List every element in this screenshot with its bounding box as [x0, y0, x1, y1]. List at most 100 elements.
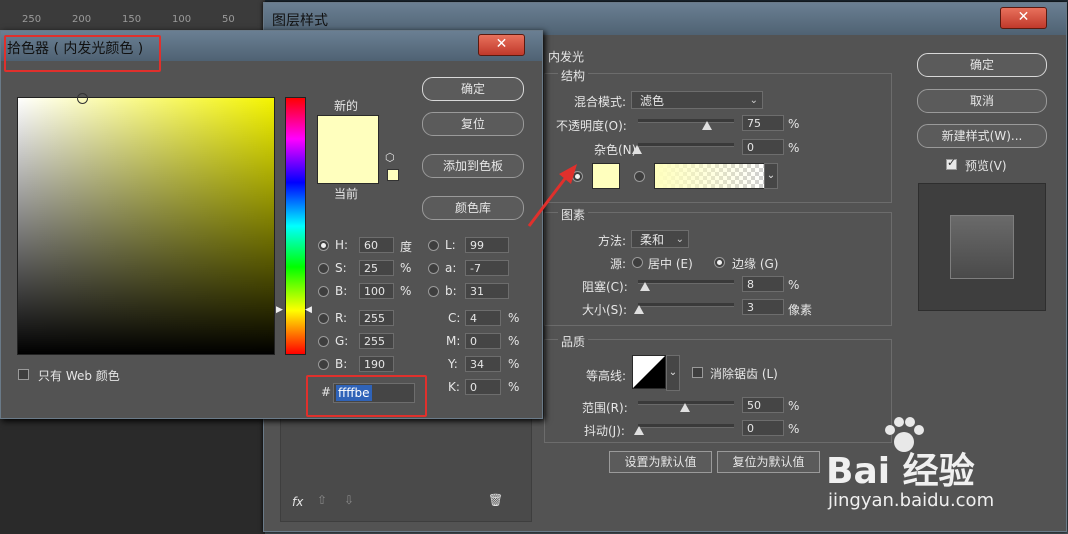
- ruler-tick: 100: [172, 14, 192, 25]
- color-picker-cursor[interactable]: [77, 93, 88, 104]
- set-default-button[interactable]: 设置为默认值: [609, 451, 712, 473]
- antialias-checkbox[interactable]: [692, 367, 703, 378]
- glow-gradient-swatch[interactable]: [654, 163, 766, 189]
- hue-radio[interactable]: [318, 240, 329, 251]
- cancel-button[interactable]: 取消: [917, 89, 1047, 113]
- web-safe-swatch[interactable]: [387, 169, 399, 181]
- close-icon[interactable]: ✕: [1000, 7, 1047, 29]
- ruler-tick: 150: [122, 14, 142, 25]
- hue-right-arrow-icon[interactable]: ◀: [305, 305, 312, 315]
- current-color-label: 当前: [334, 187, 359, 201]
- hue-left-arrow-icon[interactable]: ▶: [276, 305, 283, 315]
- size-slider-thumb[interactable]: [634, 305, 644, 314]
- cube-icon[interactable]: ⬡: [385, 151, 395, 164]
- noise-field[interactable]: 0: [742, 139, 784, 155]
- jitter-label: 抖动(J):: [584, 424, 625, 438]
- lab-a-radio[interactable]: [428, 263, 439, 274]
- ok-button[interactable]: 确定: [917, 53, 1047, 77]
- contour-preview[interactable]: [632, 355, 666, 389]
- opacity-unit: %: [788, 117, 800, 131]
- chevron-down-icon[interactable]: ⌄: [666, 355, 680, 391]
- noise-unit: %: [788, 141, 800, 155]
- new-style-button[interactable]: 新建样式(W)...: [917, 124, 1047, 148]
- source-edge-radio[interactable]: [714, 257, 725, 268]
- blend-mode-value: 滤色: [640, 94, 665, 108]
- s-label: S:: [335, 261, 347, 275]
- saturation-brightness-field[interactable]: [17, 93, 275, 355]
- move-down-icon[interactable]: ⇩: [344, 493, 354, 507]
- current-color-swatch[interactable]: [317, 149, 379, 184]
- noise-slider-thumb[interactable]: [632, 145, 642, 154]
- green-field[interactable]: 255: [359, 333, 394, 349]
- opacity-label: 不透明度(O):: [556, 119, 627, 133]
- color-libraries-button[interactable]: 颜色库: [422, 196, 524, 220]
- brightness-radio[interactable]: [318, 286, 329, 297]
- choke-field[interactable]: 8: [742, 276, 784, 292]
- magenta-field[interactable]: 0: [465, 333, 501, 349]
- size-slider[interactable]: [638, 303, 734, 307]
- ok-button[interactable]: 确定: [422, 77, 524, 101]
- chevron-down-icon[interactable]: ⌄: [764, 163, 778, 189]
- choke-slider-thumb[interactable]: [640, 282, 650, 291]
- glow-color-swatch[interactable]: [592, 163, 620, 189]
- jitter-slider[interactable]: [638, 424, 734, 428]
- saturation-field[interactable]: 25: [359, 260, 394, 276]
- size-field[interactable]: 3: [742, 299, 784, 315]
- opacity-slider[interactable]: [638, 119, 734, 123]
- blend-mode-label: 混合模式:: [574, 95, 627, 109]
- h-unit: 度: [400, 240, 413, 254]
- range-field[interactable]: 50: [742, 397, 784, 413]
- add-to-swatches-button[interactable]: 添加到色板: [422, 154, 524, 178]
- lab-b-radio[interactable]: [428, 286, 439, 297]
- brightness-field[interactable]: 100: [359, 283, 394, 299]
- black-field[interactable]: 0: [465, 379, 501, 395]
- red-field[interactable]: 255: [359, 310, 394, 326]
- move-up-icon[interactable]: ⇧: [317, 493, 327, 507]
- blue-field[interactable]: 190: [359, 356, 394, 372]
- g-label: G:: [335, 334, 349, 348]
- green-radio[interactable]: [318, 336, 329, 347]
- preview-label: 预览(V): [965, 159, 1007, 173]
- source-center-label: 居中 (E): [648, 257, 693, 271]
- jitter-field[interactable]: 0: [742, 420, 784, 436]
- red-radio[interactable]: [318, 313, 329, 324]
- trash-icon[interactable]: 🗑: [488, 493, 503, 507]
- lab-l-radio[interactable]: [428, 240, 439, 251]
- jitter-slider-thumb[interactable]: [634, 426, 644, 435]
- hue-slider[interactable]: [285, 97, 306, 355]
- style-preview-box: [918, 183, 1046, 311]
- saturation-radio[interactable]: [318, 263, 329, 274]
- hue-field[interactable]: 60: [359, 237, 394, 253]
- source-center-radio[interactable]: [632, 257, 643, 268]
- gradient-radio[interactable]: [634, 171, 645, 182]
- choke-slider[interactable]: [638, 280, 734, 284]
- k-unit: %: [508, 380, 520, 394]
- yellow-field[interactable]: 34: [465, 356, 501, 372]
- y-unit: %: [508, 357, 520, 371]
- lab-a-field[interactable]: -7: [465, 260, 509, 276]
- blend-mode-dropdown[interactable]: 滤色 ⌄: [631, 91, 763, 109]
- cyan-field[interactable]: 4: [465, 310, 501, 326]
- reset-button[interactable]: 复位: [422, 112, 524, 136]
- opacity-field[interactable]: 75: [742, 115, 784, 131]
- hex-field[interactable]: ffffbe: [333, 383, 415, 403]
- close-icon[interactable]: ✕: [478, 34, 525, 56]
- preview-checkbox[interactable]: [946, 156, 957, 170]
- reset-default-button[interactable]: 复位为默认值: [717, 451, 820, 473]
- ruler-tick: 250: [22, 14, 42, 25]
- lab-l-field[interactable]: 99: [465, 237, 509, 253]
- fx-icon[interactable]: fx: [292, 495, 303, 509]
- blue-radio[interactable]: [318, 359, 329, 370]
- range-slider-thumb[interactable]: [680, 403, 690, 412]
- title-highlight-annotation: [4, 35, 161, 72]
- size-unit: 像素: [788, 303, 813, 317]
- lab-b-field[interactable]: 31: [465, 283, 509, 299]
- web-colors-only-checkbox[interactable]: [18, 369, 29, 380]
- method-dropdown[interactable]: 柔和 ⌄: [631, 230, 689, 248]
- opacity-slider-thumb[interactable]: [702, 121, 712, 130]
- noise-slider[interactable]: [638, 143, 734, 147]
- size-label: 大小(S):: [582, 303, 628, 317]
- r-label: R:: [335, 311, 348, 325]
- source-label: 源:: [610, 257, 627, 271]
- method-value: 柔和: [640, 233, 665, 247]
